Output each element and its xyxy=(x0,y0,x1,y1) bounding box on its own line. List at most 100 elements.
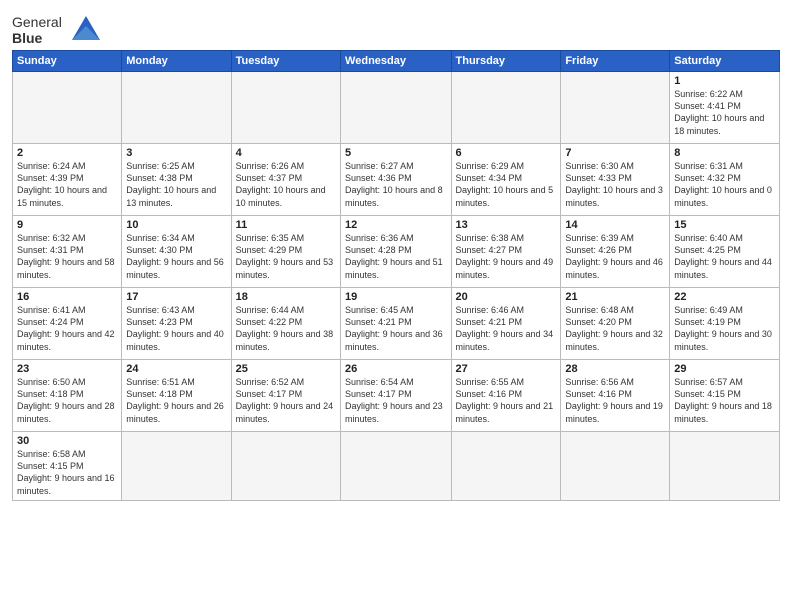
day-info: Sunrise: 6:32 AM Sunset: 4:31 PM Dayligh… xyxy=(17,232,117,281)
day-info: Sunrise: 6:55 AM Sunset: 4:16 PM Dayligh… xyxy=(456,376,557,425)
day-info: Sunrise: 6:40 AM Sunset: 4:25 PM Dayligh… xyxy=(674,232,775,281)
calendar-cell xyxy=(561,432,670,501)
day-info: Sunrise: 6:50 AM Sunset: 4:18 PM Dayligh… xyxy=(17,376,117,425)
calendar-cell: 28Sunrise: 6:56 AM Sunset: 4:16 PM Dayli… xyxy=(561,360,670,432)
calendar-cell xyxy=(451,432,561,501)
day-info: Sunrise: 6:24 AM Sunset: 4:39 PM Dayligh… xyxy=(17,160,117,209)
weekday-header-row: SundayMondayTuesdayWednesdayThursdayFrid… xyxy=(13,51,780,72)
day-info: Sunrise: 6:41 AM Sunset: 4:24 PM Dayligh… xyxy=(17,304,117,353)
calendar-cell: 2Sunrise: 6:24 AM Sunset: 4:39 PM Daylig… xyxy=(13,144,122,216)
calendar-cell xyxy=(231,72,340,144)
day-info: Sunrise: 6:43 AM Sunset: 4:23 PM Dayligh… xyxy=(126,304,226,353)
calendar-cell: 20Sunrise: 6:46 AM Sunset: 4:21 PM Dayli… xyxy=(451,288,561,360)
calendar-cell: 1Sunrise: 6:22 AM Sunset: 4:41 PM Daylig… xyxy=(670,72,780,144)
day-info: Sunrise: 6:29 AM Sunset: 4:34 PM Dayligh… xyxy=(456,160,557,209)
weekday-header-sunday: Sunday xyxy=(13,51,122,72)
day-number: 24 xyxy=(126,363,226,375)
day-info: Sunrise: 6:25 AM Sunset: 4:38 PM Dayligh… xyxy=(126,160,226,209)
day-number: 13 xyxy=(456,219,557,231)
day-info: Sunrise: 6:52 AM Sunset: 4:17 PM Dayligh… xyxy=(236,376,336,425)
calendar-cell: 13Sunrise: 6:38 AM Sunset: 4:27 PM Dayli… xyxy=(451,216,561,288)
calendar-cell: 8Sunrise: 6:31 AM Sunset: 4:32 PM Daylig… xyxy=(670,144,780,216)
weekday-header-wednesday: Wednesday xyxy=(341,51,451,72)
calendar-cell xyxy=(670,432,780,501)
day-number: 7 xyxy=(565,147,665,159)
calendar-cell: 27Sunrise: 6:55 AM Sunset: 4:16 PM Dayli… xyxy=(451,360,561,432)
day-number: 6 xyxy=(456,147,557,159)
day-info: Sunrise: 6:49 AM Sunset: 4:19 PM Dayligh… xyxy=(674,304,775,353)
day-number: 15 xyxy=(674,219,775,231)
week-row-6: 30Sunrise: 6:58 AM Sunset: 4:15 PM Dayli… xyxy=(13,432,780,501)
calendar-cell: 22Sunrise: 6:49 AM Sunset: 4:19 PM Dayli… xyxy=(670,288,780,360)
calendar: SundayMondayTuesdayWednesdayThursdayFrid… xyxy=(12,50,780,501)
week-row-4: 16Sunrise: 6:41 AM Sunset: 4:24 PM Dayli… xyxy=(13,288,780,360)
calendar-cell: 3Sunrise: 6:25 AM Sunset: 4:38 PM Daylig… xyxy=(122,144,231,216)
calendar-cell: 6Sunrise: 6:29 AM Sunset: 4:34 PM Daylig… xyxy=(451,144,561,216)
day-info: Sunrise: 6:26 AM Sunset: 4:37 PM Dayligh… xyxy=(236,160,336,209)
calendar-cell: 9Sunrise: 6:32 AM Sunset: 4:31 PM Daylig… xyxy=(13,216,122,288)
week-row-3: 9Sunrise: 6:32 AM Sunset: 4:31 PM Daylig… xyxy=(13,216,780,288)
weekday-header-thursday: Thursday xyxy=(451,51,561,72)
day-number: 25 xyxy=(236,363,336,375)
calendar-cell: 5Sunrise: 6:27 AM Sunset: 4:36 PM Daylig… xyxy=(341,144,451,216)
header: General Blue xyxy=(12,10,780,46)
day-info: Sunrise: 6:51 AM Sunset: 4:18 PM Dayligh… xyxy=(126,376,226,425)
calendar-cell: 23Sunrise: 6:50 AM Sunset: 4:18 PM Dayli… xyxy=(13,360,122,432)
calendar-cell xyxy=(341,72,451,144)
day-info: Sunrise: 6:34 AM Sunset: 4:30 PM Dayligh… xyxy=(126,232,226,281)
day-number: 27 xyxy=(456,363,557,375)
calendar-cell: 11Sunrise: 6:35 AM Sunset: 4:29 PM Dayli… xyxy=(231,216,340,288)
day-info: Sunrise: 6:38 AM Sunset: 4:27 PM Dayligh… xyxy=(456,232,557,281)
day-number: 21 xyxy=(565,291,665,303)
day-number: 18 xyxy=(236,291,336,303)
calendar-cell xyxy=(13,72,122,144)
calendar-cell xyxy=(231,432,340,501)
day-info: Sunrise: 6:22 AM Sunset: 4:41 PM Dayligh… xyxy=(674,88,775,137)
day-number: 10 xyxy=(126,219,226,231)
day-number: 14 xyxy=(565,219,665,231)
day-number: 17 xyxy=(126,291,226,303)
day-number: 9 xyxy=(17,219,117,231)
day-number: 11 xyxy=(236,219,336,231)
day-number: 19 xyxy=(345,291,446,303)
calendar-cell: 26Sunrise: 6:54 AM Sunset: 4:17 PM Dayli… xyxy=(341,360,451,432)
day-info: Sunrise: 6:45 AM Sunset: 4:21 PM Dayligh… xyxy=(345,304,446,353)
calendar-cell xyxy=(122,72,231,144)
logo-icon xyxy=(64,12,102,44)
calendar-cell xyxy=(451,72,561,144)
calendar-cell xyxy=(561,72,670,144)
calendar-cell: 14Sunrise: 6:39 AM Sunset: 4:26 PM Dayli… xyxy=(561,216,670,288)
calendar-cell: 12Sunrise: 6:36 AM Sunset: 4:28 PM Dayli… xyxy=(341,216,451,288)
calendar-cell: 15Sunrise: 6:40 AM Sunset: 4:25 PM Dayli… xyxy=(670,216,780,288)
page: General Blue SundayMondayTuesdayWednesda… xyxy=(0,0,792,612)
day-number: 16 xyxy=(17,291,117,303)
day-info: Sunrise: 6:56 AM Sunset: 4:16 PM Dayligh… xyxy=(565,376,665,425)
day-number: 22 xyxy=(674,291,775,303)
weekday-header-saturday: Saturday xyxy=(670,51,780,72)
day-info: Sunrise: 6:57 AM Sunset: 4:15 PM Dayligh… xyxy=(674,376,775,425)
calendar-cell: 19Sunrise: 6:45 AM Sunset: 4:21 PM Dayli… xyxy=(341,288,451,360)
day-info: Sunrise: 6:44 AM Sunset: 4:22 PM Dayligh… xyxy=(236,304,336,353)
logo-text: General Blue xyxy=(12,14,62,46)
week-row-5: 23Sunrise: 6:50 AM Sunset: 4:18 PM Dayli… xyxy=(13,360,780,432)
day-info: Sunrise: 6:31 AM Sunset: 4:32 PM Dayligh… xyxy=(674,160,775,209)
day-number: 8 xyxy=(674,147,775,159)
day-number: 26 xyxy=(345,363,446,375)
day-number: 5 xyxy=(345,147,446,159)
day-number: 1 xyxy=(674,75,775,87)
calendar-cell xyxy=(122,432,231,501)
day-number: 4 xyxy=(236,147,336,159)
day-info: Sunrise: 6:46 AM Sunset: 4:21 PM Dayligh… xyxy=(456,304,557,353)
day-info: Sunrise: 6:48 AM Sunset: 4:20 PM Dayligh… xyxy=(565,304,665,353)
day-info: Sunrise: 6:36 AM Sunset: 4:28 PM Dayligh… xyxy=(345,232,446,281)
week-row-1: 1Sunrise: 6:22 AM Sunset: 4:41 PM Daylig… xyxy=(13,72,780,144)
calendar-cell: 17Sunrise: 6:43 AM Sunset: 4:23 PM Dayli… xyxy=(122,288,231,360)
day-info: Sunrise: 6:54 AM Sunset: 4:17 PM Dayligh… xyxy=(345,376,446,425)
weekday-header-tuesday: Tuesday xyxy=(231,51,340,72)
calendar-cell: 7Sunrise: 6:30 AM Sunset: 4:33 PM Daylig… xyxy=(561,144,670,216)
day-info: Sunrise: 6:35 AM Sunset: 4:29 PM Dayligh… xyxy=(236,232,336,281)
weekday-header-monday: Monday xyxy=(122,51,231,72)
day-number: 30 xyxy=(17,435,117,447)
calendar-cell: 24Sunrise: 6:51 AM Sunset: 4:18 PM Dayli… xyxy=(122,360,231,432)
day-number: 28 xyxy=(565,363,665,375)
